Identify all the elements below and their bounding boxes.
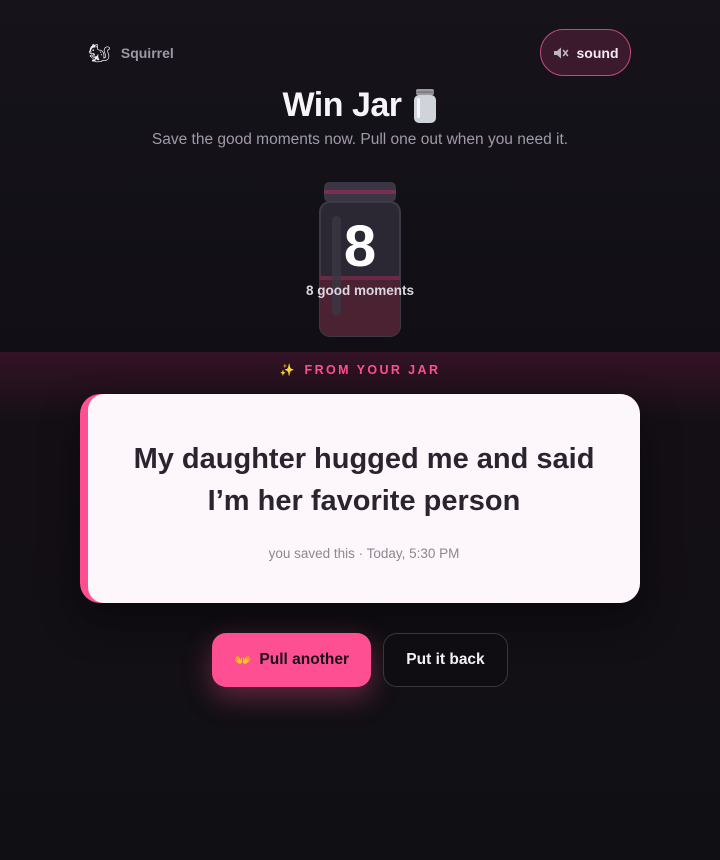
put-it-back-label: Put it back [406, 651, 485, 668]
pull-another-label: Pull another [259, 651, 349, 668]
brand: 🐿 Squirrel [88, 42, 174, 64]
sound-toggle-button[interactable]: sound [540, 29, 631, 76]
moment-count-label: 8 good moments [305, 283, 414, 298]
moment-card: My daughter hugged me and said I’m her f… [80, 394, 640, 603]
page-header: Win Jar [0, 86, 720, 125]
section-label-text: FROM YOUR JAR [304, 363, 441, 377]
section-label: ✨ FROM YOUR JAR [0, 363, 720, 377]
page-title: Win Jar [282, 86, 402, 124]
jar-icon [413, 88, 436, 123]
moment-meta: you saved this · Today, 5:30 PM [268, 546, 460, 561]
pull-another-button[interactable]: 👐 Pull another [212, 633, 371, 687]
moment-count: 8 [343, 214, 377, 279]
win-jar-page: 🐿 Squirrel sound Win Jar Save the good m… [0, 0, 720, 860]
moment-card-body: My daughter hugged me and said I’m her f… [88, 394, 640, 603]
speaker-muted-icon [553, 47, 568, 58]
put-it-back-button[interactable]: Put it back [383, 633, 508, 687]
page-subtitle: Save the good moments now. Pull one out … [151, 131, 569, 148]
sound-label: sound [576, 44, 619, 61]
sparkle-icon: ✨ [279, 363, 295, 377]
squirrel-icon: 🐿 [88, 43, 111, 63]
open-hands-icon: 👐 [233, 651, 252, 668]
moment-text: My daughter hugged me and said I’m her f… [133, 443, 595, 517]
brand-name: Squirrel [120, 45, 174, 61]
